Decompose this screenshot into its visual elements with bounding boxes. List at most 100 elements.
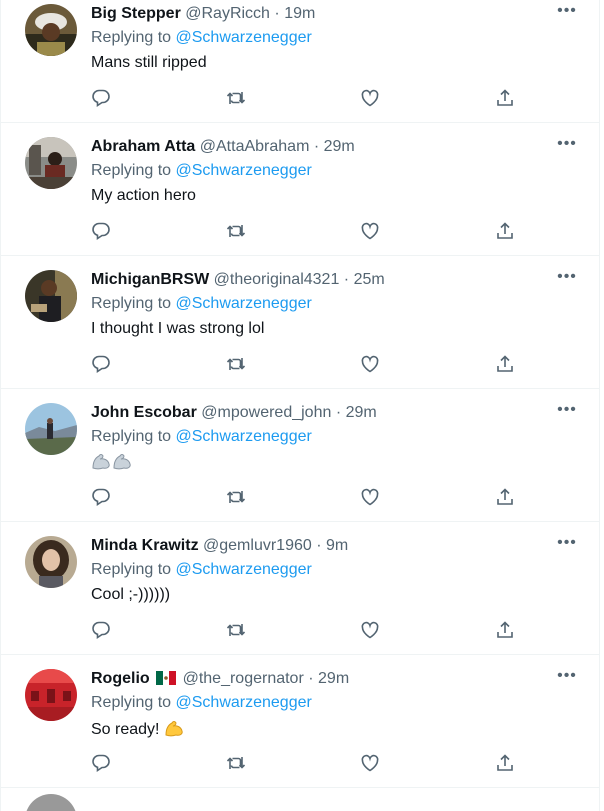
timestamp[interactable]: 19m: [284, 5, 315, 22]
timestamp[interactable]: 29m: [318, 670, 349, 687]
tweet-header: Minda Krawitz @gemluvr1960 · 9m: [91, 536, 539, 556]
author-handle[interactable]: @RayRicch: [185, 5, 270, 22]
tweet-text: Mans still ripped: [91, 54, 207, 71]
separator: ·: [316, 537, 322, 554]
retweet-icon[interactable]: [226, 88, 246, 108]
timestamp[interactable]: 29m: [324, 138, 355, 155]
flexed-biceps-metal-icon: [91, 452, 112, 476]
avatar[interactable]: [25, 536, 77, 588]
tweet-actions: [91, 221, 517, 241]
avatar[interactable]: [25, 137, 77, 189]
more-icon[interactable]: •••: [555, 667, 579, 687]
author-name[interactable]: Big Stepper: [91, 5, 181, 22]
share-icon[interactable]: [495, 753, 515, 773]
reply-icon[interactable]: [91, 487, 111, 507]
mention-link[interactable]: @Schwarzenegger: [176, 428, 312, 445]
tweet[interactable]: Rogelio @the_rogernator · 29m ••• Replyi…: [1, 655, 599, 788]
replying-label: Replying to: [91, 29, 172, 46]
tweet[interactable]: Minda Krawitz @gemluvr1960 · 9m ••• Repl…: [1, 522, 599, 655]
tweet-header: Big Stepper @RayRicch · 19m: [91, 4, 539, 24]
timestamp[interactable]: 25m: [354, 271, 385, 288]
avatar[interactable]: [25, 4, 77, 56]
author-name[interactable]: John Escobar: [91, 404, 197, 421]
author-handle[interactable]: @the_rogernator: [183, 670, 304, 687]
like-icon[interactable]: [360, 221, 380, 241]
author-name[interactable]: Rogelio: [91, 670, 150, 687]
retweet-icon[interactable]: [226, 753, 246, 773]
replying-to: Replying to @Schwarzenegger: [91, 560, 312, 580]
tweet-text: Cool ;-)))))): [91, 586, 171, 603]
mention-link[interactable]: @Schwarzenegger: [176, 29, 312, 46]
separator: ·: [308, 670, 314, 687]
reply-icon[interactable]: [91, 88, 111, 108]
tweet[interactable]: MichiganBRSW @theoriginal4321 · 25m ••• …: [1, 256, 599, 389]
replying-label: Replying to: [91, 561, 172, 578]
mention-link[interactable]: @Schwarzenegger: [176, 561, 312, 578]
tweet-actions: [91, 487, 517, 507]
avatar[interactable]: [25, 669, 77, 721]
share-icon[interactable]: [495, 487, 515, 507]
replying-to: Replying to @Schwarzenegger: [91, 28, 312, 48]
tweet-actions: [91, 620, 517, 640]
share-icon[interactable]: [495, 620, 515, 640]
author-handle[interactable]: @mpowered_john: [201, 404, 331, 421]
author-name[interactable]: MichiganBRSW: [91, 271, 209, 288]
separator: ·: [274, 5, 280, 22]
share-icon[interactable]: [495, 221, 515, 241]
more-icon[interactable]: •••: [555, 534, 579, 554]
like-icon[interactable]: [360, 88, 380, 108]
retweet-icon[interactable]: [226, 354, 246, 374]
reply-icon[interactable]: [91, 753, 111, 773]
more-icon[interactable]: •••: [555, 268, 579, 288]
like-icon[interactable]: [360, 753, 380, 773]
avatar[interactable]: [25, 403, 77, 455]
tweet[interactable]: Big Stepper @RayRicch · 19m ••• Replying…: [1, 0, 599, 123]
tweet-text: [91, 452, 133, 476]
mention-link[interactable]: @Schwarzenegger: [176, 694, 312, 711]
reply-icon[interactable]: [91, 221, 111, 241]
tweet-header: Rogelio @the_rogernator · 29m: [91, 669, 539, 691]
timestamp[interactable]: 9m: [326, 537, 348, 554]
reply-icon[interactable]: [91, 620, 111, 640]
like-icon[interactable]: [360, 487, 380, 507]
share-icon[interactable]: [495, 354, 515, 374]
like-icon[interactable]: [360, 620, 380, 640]
tweet-text: My action hero: [91, 187, 196, 204]
avatar[interactable]: [25, 270, 77, 322]
author-name[interactable]: Minda Krawitz: [91, 537, 199, 554]
tweet-header: MichiganBRSW @theoriginal4321 · 25m: [91, 270, 539, 290]
tweet[interactable]: John Escobar @mpowered_john · 29m ••• Re…: [1, 389, 599, 522]
author-handle[interactable]: @AttaAbraham: [200, 138, 310, 155]
author-name[interactable]: Abraham Atta: [91, 138, 195, 155]
mention-link[interactable]: @Schwarzenegger: [176, 162, 312, 179]
tweet-actions: [91, 753, 517, 773]
author-handle[interactable]: @theoriginal4321: [214, 271, 340, 288]
retweet-icon[interactable]: [226, 487, 246, 507]
retweet-icon[interactable]: [226, 221, 246, 241]
reply-icon[interactable]: [91, 354, 111, 374]
tweet-header: John Escobar @mpowered_john · 29m: [91, 403, 539, 423]
author-handle[interactable]: @gemluvr1960: [203, 537, 312, 554]
separator: ·: [313, 138, 320, 155]
tweet-partial[interactable]: [1, 788, 599, 811]
mention-link[interactable]: @Schwarzenegger: [176, 295, 312, 312]
reply-feed: Big Stepper @RayRicch · 19m ••• Replying…: [0, 0, 600, 811]
tweet[interactable]: Abraham Atta @AttaAbraham · 29m ••• Repl…: [1, 123, 599, 256]
replying-to: Replying to @Schwarzenegger: [91, 161, 312, 181]
mexico-flag-icon: [156, 671, 177, 691]
avatar[interactable]: [25, 794, 77, 811]
more-icon[interactable]: •••: [555, 401, 579, 421]
tweet-actions: [91, 354, 517, 374]
flexed-biceps-metal-icon: [112, 452, 133, 476]
tweet-text-content: So ready!: [91, 721, 160, 738]
share-icon[interactable]: [495, 88, 515, 108]
timestamp[interactable]: 29m: [346, 404, 377, 421]
replying-to: Replying to @Schwarzenegger: [91, 693, 312, 713]
separator: ·: [335, 404, 342, 421]
like-icon[interactable]: [360, 354, 380, 374]
replying-label: Replying to: [91, 694, 172, 711]
more-icon[interactable]: •••: [555, 135, 579, 155]
separator: ·: [343, 271, 350, 288]
retweet-icon[interactable]: [226, 620, 246, 640]
more-icon[interactable]: •••: [555, 2, 579, 22]
